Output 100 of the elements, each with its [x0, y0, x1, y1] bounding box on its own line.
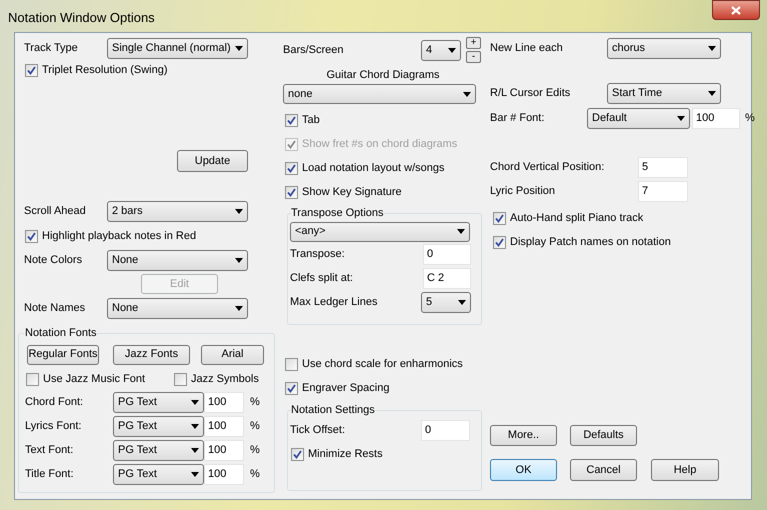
- checkbox-label: Jazz Symbols: [191, 372, 259, 388]
- input-field[interactable]: 100: [204, 440, 244, 461]
- percent-sign: %: [745, 110, 755, 126]
- button[interactable]: Regular Fonts: [27, 344, 99, 364]
- dropdown-arrow-icon: [677, 116, 685, 120]
- dropdown[interactable]: <any>: [290, 222, 470, 242]
- check-icon: [293, 450, 302, 459]
- field-label: Chord Vertical Position:: [490, 160, 606, 175]
- input-field[interactable]: C 2: [423, 268, 471, 289]
- checkbox-label: Display Patch names on notation: [510, 234, 671, 250]
- checkbox[interactable]: [285, 186, 298, 198]
- dropdown[interactable]: PG Text: [113, 392, 204, 413]
- check-icon: [287, 140, 296, 148]
- checkbox[interactable]: [25, 230, 38, 242]
- dropdown[interactable]: PG Text: [113, 464, 204, 485]
- checkbox[interactable]: [285, 162, 298, 174]
- check-icon: [287, 188, 296, 196]
- button[interactable]: Jazz Fonts: [113, 344, 190, 364]
- checkbox-label: Engraver Spacing: [302, 380, 390, 396]
- check-icon: [287, 164, 296, 172]
- close-icon: [731, 6, 741, 14]
- button[interactable]: OK: [490, 459, 557, 481]
- dropdown-arrow-icon: [191, 424, 199, 429]
- decrement-button[interactable]: -: [466, 51, 481, 63]
- checkbox[interactable]: [285, 382, 298, 394]
- dropdown[interactable]: None: [107, 298, 248, 318]
- field-label: Tick Offset:: [290, 423, 346, 438]
- button[interactable]: Update: [177, 150, 248, 172]
- dropdown[interactable]: Start Time: [607, 82, 721, 104]
- checkbox[interactable]: [285, 358, 298, 370]
- checkbox-label: Auto-Hand split Piano track: [510, 210, 644, 226]
- input-field[interactable]: 100: [204, 416, 244, 437]
- input-field[interactable]: 100: [204, 464, 244, 485]
- input-field[interactable]: 0: [423, 244, 471, 265]
- check-icon: [27, 232, 36, 240]
- dropdown[interactable]: none: [283, 84, 476, 104]
- field-label: Title Font:: [25, 467, 74, 482]
- checkbox-label: Minimize Rests: [308, 447, 383, 462]
- dropdown[interactable]: PG Text: [113, 440, 204, 461]
- checkbox[interactable]: [25, 64, 38, 76]
- checkbox-label: Show fret #s on chord diagrams: [302, 136, 458, 152]
- checkbox-label: Load notation layout w/songs: [302, 160, 444, 176]
- dropdown[interactable]: chorus: [607, 38, 721, 58]
- percent-sign: %: [250, 467, 260, 482]
- percent-sign: %: [250, 419, 260, 434]
- checkbox-label: Show Key Signature: [302, 184, 402, 200]
- checkbox[interactable]: [493, 236, 506, 248]
- check-icon: [495, 214, 504, 222]
- input-field[interactable]: 7: [638, 180, 688, 202]
- check-icon: [287, 384, 296, 392]
- button[interactable]: More..: [490, 425, 557, 446]
- dropdown[interactable]: Single Channel (normal): [107, 38, 248, 58]
- check-icon: [495, 238, 504, 246]
- dropdown-arrow-icon: [191, 448, 199, 453]
- close-button[interactable]: [712, 0, 760, 20]
- checkbox[interactable]: [26, 373, 39, 386]
- field-label: Note Names: [24, 300, 86, 316]
- button[interactable]: Help: [651, 459, 719, 481]
- input-field[interactable]: 100: [692, 108, 740, 128]
- percent-sign: %: [250, 443, 260, 458]
- field-label: Track Type: [24, 40, 79, 56]
- input-field[interactable]: 5: [638, 156, 688, 178]
- dropdown-arrow-icon: [448, 48, 456, 52]
- field-label: Chord Font:: [25, 395, 84, 410]
- dropdown[interactable]: 4: [421, 40, 461, 60]
- group-title: Notation Settings: [291, 403, 375, 418]
- group-title: Notation Fonts: [25, 326, 97, 341]
- checkbox[interactable]: [291, 448, 304, 461]
- dropdown[interactable]: 2 bars: [107, 200, 248, 222]
- dropdown[interactable]: Default: [587, 108, 690, 128]
- section-label: Guitar Chord Diagrams: [325, 68, 441, 83]
- dropdown-arrow-icon: [191, 400, 199, 405]
- field-label: Bars/Screen: [283, 42, 345, 58]
- dropdown[interactable]: 5: [421, 292, 471, 313]
- checkbox[interactable]: [493, 212, 506, 224]
- input-field[interactable]: 0: [421, 420, 470, 441]
- dropdown-arrow-icon: [235, 46, 243, 50]
- checkbox[interactable]: [174, 373, 187, 386]
- field-label: Scroll Ahead: [24, 204, 87, 219]
- dropdown-arrow-icon: [458, 300, 466, 305]
- dropdown-arrow-icon: [463, 92, 471, 96]
- group-title: Transpose Options: [291, 206, 384, 221]
- button[interactable]: Cancel: [570, 459, 637, 481]
- increment-button[interactable]: +: [466, 37, 481, 49]
- input-field[interactable]: 100: [204, 392, 244, 413]
- percent-sign: %: [250, 395, 260, 410]
- field-label: Bar # Font:: [490, 110, 546, 126]
- field-label: R/L Cursor Edits: [490, 86, 572, 101]
- button[interactable]: Arial: [201, 344, 264, 364]
- field-label: Lyrics Font:: [25, 419, 82, 434]
- field-label: Clefs split at:: [290, 271, 353, 286]
- dropdown[interactable]: None: [107, 250, 248, 270]
- dropdown[interactable]: PG Text: [113, 416, 204, 437]
- dropdown-arrow-icon: [235, 208, 243, 214]
- checkbox[interactable]: [285, 114, 298, 126]
- field-label: Lyric Position: [490, 184, 556, 199]
- window-title: Notation Window Options: [8, 9, 155, 27]
- button[interactable]: Defaults: [570, 425, 637, 446]
- checkbox-label: Triplet Resolution (Swing): [42, 62, 168, 78]
- checkbox-label: Use Jazz Music Font: [43, 372, 146, 388]
